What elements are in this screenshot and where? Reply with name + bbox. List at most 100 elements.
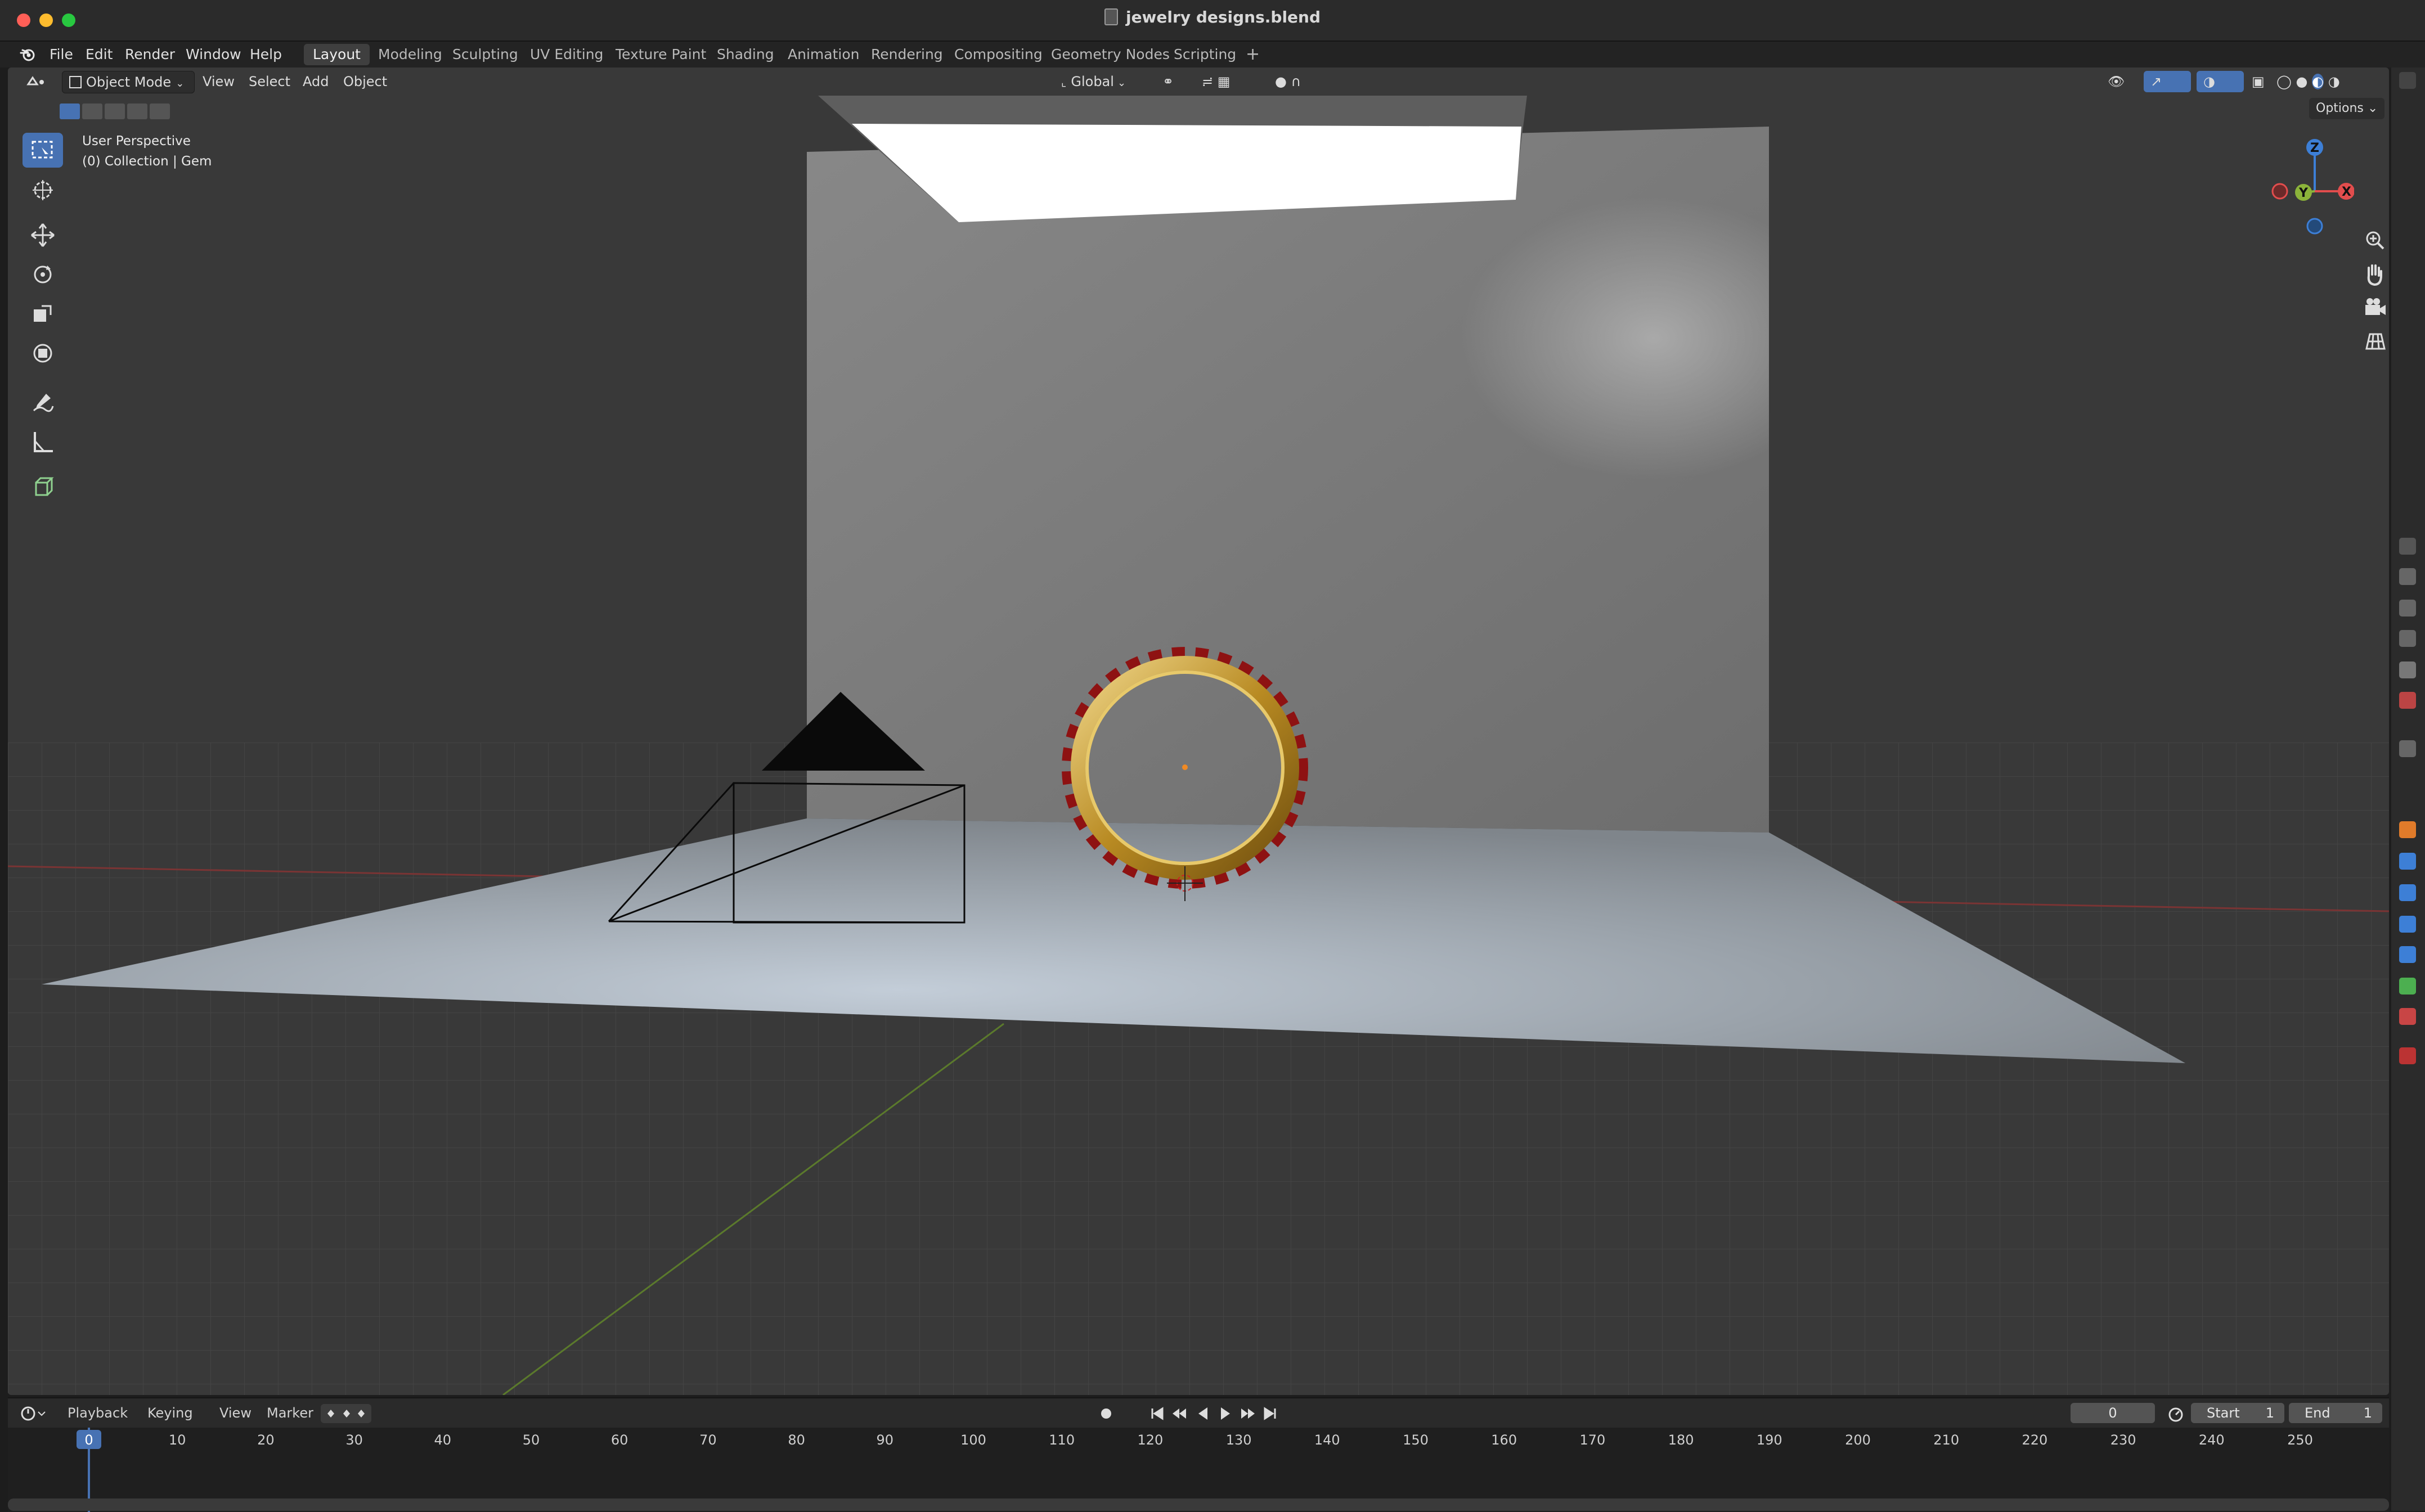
- object-mode-label: Object Mode: [86, 74, 172, 90]
- world-properties-icon[interactable]: [2399, 692, 2416, 709]
- top-menu-bar: File Edit Render Window Help Layout Mode…: [0, 42, 2425, 68]
- physics-properties-icon[interactable]: [2399, 916, 2416, 933]
- frame-tick-label: 20: [257, 1432, 275, 1448]
- frame-tick-label: 240: [2198, 1432, 2225, 1448]
- tab-modeling[interactable]: Modeling: [369, 44, 451, 65]
- move-icon: [31, 223, 55, 247]
- rendered-shading-icon[interactable]: ◑: [2328, 74, 2340, 89]
- frame-tick-label: 60: [610, 1432, 628, 1448]
- add-workspace-button[interactable]: +: [1237, 44, 1269, 65]
- zoom-icon: [2366, 231, 2384, 250]
- menu-file[interactable]: File: [50, 46, 73, 62]
- viewport-menu-view[interactable]: View: [196, 71, 241, 92]
- tab-rendering[interactable]: Rendering: [862, 44, 952, 65]
- navigation-gizmo[interactable]: Z X Y: [2270, 129, 2355, 236]
- tab-shading[interactable]: Shading: [708, 44, 783, 65]
- tab-uv-editing[interactable]: UV Editing: [521, 44, 612, 65]
- transform-orientation-dropdown[interactable]: ⌞ Global ⌄: [1054, 71, 1158, 92]
- rotate-tool[interactable]: [23, 256, 63, 291]
- options-label: Options: [2316, 101, 2364, 115]
- frame-tick-label: 210: [1933, 1432, 1960, 1448]
- tab-layout[interactable]: Layout: [304, 44, 370, 65]
- frame-tick-label: 230: [2110, 1432, 2136, 1448]
- visibility-dropdown[interactable]: 👁: [2101, 71, 2148, 92]
- frame-tick-label: 90: [876, 1432, 894, 1448]
- material-preview-icon[interactable]: ◐: [2312, 74, 2324, 89]
- chevron-down-icon: ⌄: [176, 78, 185, 89]
- render-properties-icon[interactable]: [2399, 568, 2416, 585]
- frame-tick-label: 170: [1579, 1432, 1606, 1448]
- options-dropdown[interactable]: Options ⌄: [2309, 98, 2385, 119]
- output-properties-icon[interactable]: [2399, 600, 2416, 616]
- properties-tab-strip: [2391, 68, 2425, 1511]
- object-properties-icon[interactable]: [2399, 821, 2416, 838]
- shading-mode-buttons[interactable]: ◯ ● ◐ ◑: [2270, 71, 2379, 92]
- tab-compositing[interactable]: Compositing: [945, 44, 1052, 65]
- tab-geometry-nodes[interactable]: Geometry Nodes: [1042, 44, 1179, 65]
- modifier-properties-icon[interactable]: [2399, 853, 2416, 870]
- viewport-header: Object Mode ⌄ View Select Add Object ⌞ Glo…: [8, 68, 2389, 97]
- add-cube-tool[interactable]: [23, 469, 63, 504]
- menu-render[interactable]: Render: [125, 46, 175, 62]
- viewport-menu-select[interactable]: Select: [242, 71, 297, 92]
- tab-sculpting[interactable]: Sculpting: [443, 44, 527, 65]
- data-properties-icon[interactable]: [2399, 978, 2416, 994]
- outliner-toggle-icon[interactable]: [2399, 72, 2416, 89]
- proportional-editing-toggle[interactable]: ● ∩: [1268, 71, 1332, 92]
- zoom-view-button[interactable]: [2360, 225, 2389, 256]
- scale-tool[interactable]: [23, 296, 63, 331]
- timeline-scrollbar[interactable]: [8, 1498, 2389, 1511]
- timeline-ruler[interactable]: 0 10 20 30 40 50 60 70 80 90 100 110 120 130 140 150 160…: [8, 1398, 2389, 1466]
- object-mode-dropdown[interactable]: Object Mode ⌄: [62, 71, 195, 93]
- toggle-perspective-button[interactable]: [2360, 326, 2389, 358]
- menu-help[interactable]: Help: [250, 46, 282, 62]
- transform-tool[interactable]: [23, 335, 63, 370]
- menu-window[interactable]: Window: [186, 46, 241, 62]
- frame-tick-label: 80: [788, 1432, 805, 1448]
- transform-icon: [33, 344, 52, 363]
- view-layer-properties-icon[interactable]: [2399, 630, 2416, 647]
- pan-view-button[interactable]: [2360, 259, 2389, 290]
- scene-canvas[interactable]: [8, 68, 2389, 1395]
- tool-shelf: [19, 133, 66, 560]
- solid-shading-icon[interactable]: ●: [2296, 74, 2308, 89]
- texture-properties-icon[interactable]: [2399, 1047, 2416, 1064]
- tab-scripting[interactable]: Scripting: [1165, 44, 1245, 65]
- blender-logo-icon[interactable]: [19, 46, 36, 63]
- annotate-pencil-icon: [33, 394, 54, 412]
- frame-tick-label: 40: [434, 1432, 452, 1448]
- frame-tick-label: 140: [1314, 1432, 1340, 1448]
- tab-texture-paint[interactable]: Texture Paint: [607, 44, 715, 65]
- select-box-tool[interactable]: [23, 133, 63, 168]
- wireframe-shading-icon[interactable]: ◯: [2276, 74, 2292, 89]
- menu-edit[interactable]: Edit: [86, 46, 113, 62]
- scene-properties-icon[interactable]: [2399, 662, 2416, 678]
- measure-tool[interactable]: [23, 424, 63, 459]
- particles-properties-icon[interactable]: [2399, 884, 2416, 901]
- object-mode-icon: [69, 76, 82, 88]
- chevron-down-icon: ⌄: [2367, 101, 2378, 115]
- selection-mode-buttons[interactable]: [59, 100, 171, 123]
- cursor-icon: [33, 180, 53, 200]
- annotate-tool[interactable]: [23, 385, 63, 420]
- camera-view-button[interactable]: [2360, 292, 2389, 324]
- gizmo-toggle[interactable]: ↗: [2144, 71, 2191, 92]
- move-tool[interactable]: [23, 217, 63, 252]
- collection-properties-icon[interactable]: [2399, 740, 2416, 757]
- overlays-toggle[interactable]: ◑: [2197, 71, 2244, 92]
- material-properties-icon[interactable]: [2399, 1008, 2416, 1025]
- gizmo-y-label: Y: [2298, 186, 2309, 200]
- 3d-viewport[interactable]: Object Mode ⌄ View Select Add Object ⌞ Glo…: [8, 68, 2389, 1395]
- frame-tick-label: 190: [1756, 1432, 1782, 1448]
- snap-toggle[interactable]: ≓ ▦: [1195, 71, 1276, 92]
- tool-properties-icon[interactable]: [2399, 538, 2416, 555]
- constraints-properties-icon[interactable]: [2399, 946, 2416, 963]
- timeline-editor[interactable]: Playback Keying View Marker 0 Start 1 En…: [8, 1397, 2389, 1512]
- window-title: jewelry designs.blend: [0, 8, 2425, 26]
- frame-tick-label: 70: [699, 1432, 717, 1448]
- tab-animation[interactable]: Animation: [779, 44, 868, 65]
- editor-type-icon[interactable]: [25, 73, 47, 90]
- viewport-menu-add[interactable]: Add: [296, 71, 335, 92]
- viewport-menu-object[interactable]: Object: [336, 71, 394, 92]
- cursor-tool[interactable]: [23, 172, 63, 207]
